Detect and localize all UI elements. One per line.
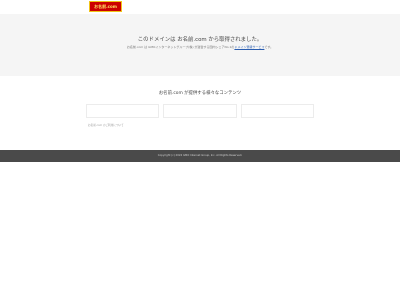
copyright-text: Copyright (c) 2024 GMO Internet Group, I…: [157, 153, 243, 157]
footer: Copyright (c) 2024 GMO Internet Group, I…: [0, 150, 400, 162]
content-card-2[interactable]: [163, 104, 237, 118]
content-cards: [86, 104, 314, 118]
domain-registration-link[interactable]: ドメイン登録サービス: [234, 45, 264, 49]
header-bar: お名前.com: [0, 0, 400, 14]
content-card-3[interactable]: [240, 104, 314, 118]
content-card-1[interactable]: [86, 104, 160, 118]
notice-title: このドメインは お名前.com から取得されました。: [137, 37, 263, 43]
notice-subtitle-text: お名前.com は GMOインターネットグループ(株) が運営する国内シェアNo…: [126, 45, 235, 49]
onamae-logo[interactable]: お名前.com: [89, 1, 122, 12]
usage-link[interactable]: お名前.com のご利用について: [88, 124, 124, 128]
logo-text: お名前.com: [94, 3, 117, 9]
content-section-title: お名前.com が提供する様々なコンテンツ: [158, 91, 242, 96]
notice-subtitle-end: です。: [264, 45, 274, 49]
notice-subtitle: お名前.com は GMOインターネットグループ(株) が運営する国内シェアNo…: [0, 46, 400, 49]
